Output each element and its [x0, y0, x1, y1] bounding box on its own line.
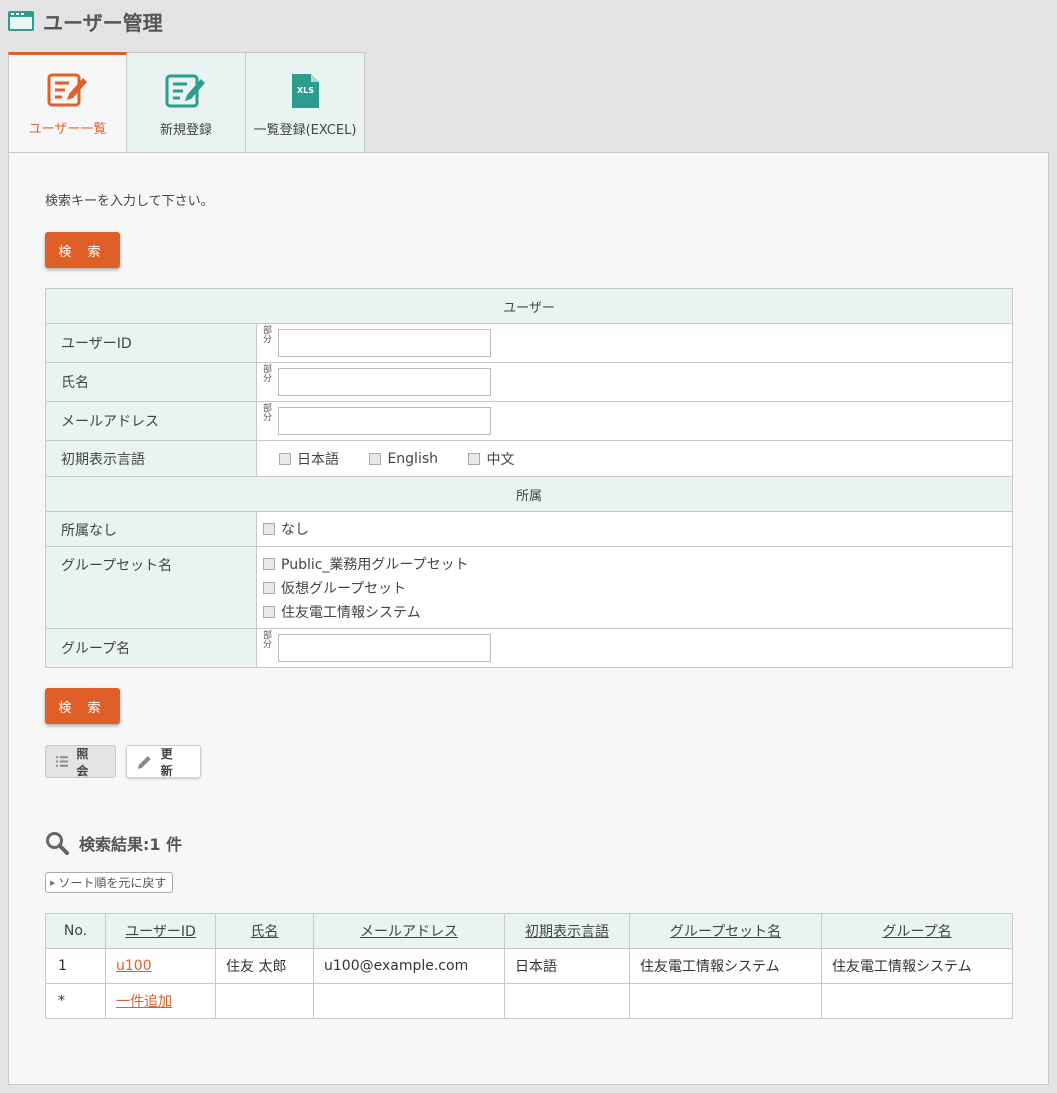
search-form: ユーザー ユーザーID 部分 氏名 部分 メールアドレス 部分 初期表示言語 日… — [45, 288, 1013, 668]
view-mode-label: 照会 — [76, 746, 92, 778]
cell-language: 日本語 — [504, 948, 630, 984]
edit-mode-button[interactable]: 更新 — [126, 745, 201, 778]
checkbox[interactable] — [263, 581, 275, 594]
column-header-email[interactable]: メールアドレス — [313, 913, 505, 949]
cell-add: 一件追加 — [105, 983, 216, 1019]
checkbox[interactable] — [263, 557, 275, 570]
partial-match-label: 部分 — [263, 365, 273, 384]
empty-cell — [629, 983, 822, 1019]
name-input[interactable] — [278, 368, 491, 396]
pencil-icon — [137, 755, 151, 769]
cell-user-id: u100 — [105, 948, 216, 984]
partial-match-label: 部分 — [263, 326, 273, 345]
group-set-checkbox[interactable]: 仮想グループセット — [263, 576, 980, 600]
field-label: 氏名 — [45, 362, 257, 402]
search-hint: 検索キーを入力して下さい。 — [45, 194, 214, 209]
checkbox[interactable] — [369, 452, 382, 465]
list-icon — [56, 756, 69, 767]
cell-group-set: 住友電工情報システム — [629, 948, 822, 984]
field-label: ユーザーID — [45, 323, 257, 363]
user-id-link[interactable]: u100 — [116, 958, 152, 974]
xls-file-icon: XLS — [292, 74, 319, 108]
search-button-bottom[interactable]: 検 索 — [45, 688, 120, 724]
edit-form-icon — [165, 74, 205, 108]
add-one-link[interactable]: 一件追加 — [116, 994, 172, 1010]
no-affiliation-checkbox[interactable]: なし — [263, 519, 309, 539]
mode-buttons: 照会 更新 — [45, 745, 201, 778]
partial-match-label: 部分 — [263, 631, 273, 650]
empty-cell — [215, 983, 314, 1019]
tab-label: ユーザー一覧 — [28, 122, 107, 137]
xls-icon-label: XLS — [297, 86, 314, 95]
sort-link[interactable]: グループ名 — [882, 924, 951, 940]
tab-excel-import[interactable]: XLS 一覧登録(EXCEL) — [246, 52, 365, 153]
column-header-group-set[interactable]: グループセット名 — [629, 913, 822, 949]
cell-no: * — [45, 983, 106, 1019]
edit-mode-label: 更新 — [160, 746, 176, 778]
results-title: 検索結果:1 件 — [79, 835, 183, 854]
tab-label: 一覧登録(EXCEL) — [253, 123, 357, 138]
checkbox[interactable] — [263, 523, 275, 535]
page-title: ユーザー管理 — [43, 10, 163, 35]
email-input[interactable] — [278, 407, 491, 435]
partial-match-label: 部分 — [263, 404, 273, 423]
sort-link[interactable]: グループセット名 — [670, 924, 781, 940]
checkbox[interactable] — [279, 452, 291, 465]
window-icon — [8, 11, 34, 31]
sort-link[interactable]: ユーザーID — [125, 924, 196, 940]
table-row: 1 u100 住友 太郎 u100@example.com 日本語 住友電工情報… — [45, 948, 1013, 984]
tab-label: 新規登録 — [159, 123, 212, 138]
content-panel: 検索キーを入力して下さい。 検 索 ユーザー ユーザーID 部分 氏名 部分 メ… — [8, 152, 1049, 1085]
play-icon: ▶ — [50, 878, 56, 887]
cell-email: u100@example.com — [313, 948, 505, 984]
language-checkbox-japanese[interactable]: 日本語 — [279, 449, 339, 469]
results-header-row: No. ユーザーID 氏名 メールアドレス 初期表示言語 グループセット名 グル… — [45, 913, 1013, 949]
section-affiliation: 所属 — [45, 476, 1013, 512]
tab-user-list[interactable]: ユーザー一覧 — [8, 52, 127, 153]
group-name-input[interactable] — [278, 634, 491, 662]
language-checkbox-english[interactable]: English — [369, 451, 438, 467]
tab-bar: ユーザー一覧 新規登録 XLS 一覧登録(EXCEL) — [8, 52, 365, 153]
sort-reset-label: ソート順を元に戻す — [58, 876, 167, 890]
search-icon — [46, 832, 69, 855]
column-header-no: No. — [45, 913, 106, 949]
cell-name: 住友 太郎 — [215, 948, 314, 984]
empty-cell — [313, 983, 505, 1019]
sort-reset-button[interactable]: ▶ ソート順を元に戻す — [45, 872, 174, 893]
search-button-top[interactable]: 検 索 — [45, 232, 120, 268]
field-label: 初期表示言語 — [45, 440, 257, 477]
add-row: * 一件追加 — [45, 983, 1013, 1019]
empty-cell — [504, 983, 630, 1019]
checkbox[interactable] — [263, 605, 275, 618]
page-header: ユーザー管理 — [8, 6, 163, 36]
edit-list-icon — [47, 73, 87, 107]
sort-link[interactable]: 初期表示言語 — [525, 924, 609, 940]
column-header-language[interactable]: 初期表示言語 — [504, 913, 630, 949]
column-header-user-id[interactable]: ユーザーID — [105, 913, 216, 949]
field-label: メールアドレス — [45, 401, 257, 441]
results-table: No. ユーザーID 氏名 メールアドレス 初期表示言語 グループセット名 グル… — [45, 913, 1013, 1019]
field-label: グループ名 — [45, 628, 257, 668]
section-user: ユーザー — [45, 288, 1013, 324]
column-header-name[interactable]: 氏名 — [215, 913, 314, 949]
field-label: 所属なし — [45, 511, 257, 547]
empty-cell — [821, 983, 1013, 1019]
view-mode-button[interactable]: 照会 — [45, 745, 116, 778]
tab-new-registration[interactable]: 新規登録 — [127, 52, 246, 153]
sort-link[interactable]: 氏名 — [251, 924, 279, 940]
checkbox[interactable] — [468, 452, 481, 465]
field-label: グループセット名 — [45, 546, 257, 629]
group-set-checkbox[interactable]: 住友電工情報システム — [263, 600, 980, 624]
sort-link[interactable]: メールアドレス — [360, 924, 458, 940]
cell-no: 1 — [45, 948, 106, 984]
group-set-checkbox[interactable]: Public_業務用グループセット — [263, 552, 980, 576]
user-id-input[interactable] — [278, 329, 491, 357]
language-checkbox-chinese[interactable]: 中文 — [468, 449, 514, 469]
cell-group: 住友電工情報システム — [821, 948, 1013, 984]
column-header-group[interactable]: グループ名 — [821, 913, 1013, 949]
results-header: 検索結果:1 件 — [45, 831, 182, 855]
